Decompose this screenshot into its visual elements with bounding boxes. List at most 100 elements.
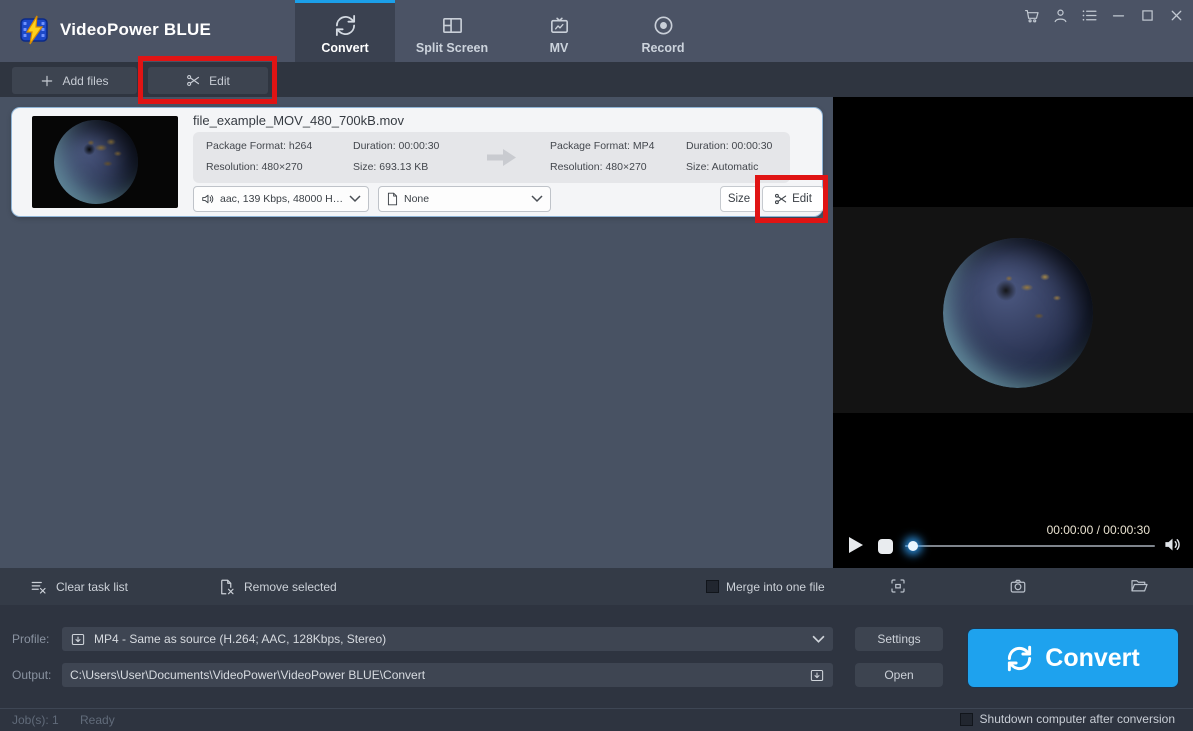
format-info-panel: Package Format: h264 Resolution: 480×270… (193, 132, 790, 183)
maximize-icon (1141, 9, 1153, 21)
titlebar: VideoPower BLUE Convert Split Screen MV … (0, 0, 1193, 62)
preview-panel: 00:00:00 / 00:00:30 (833, 97, 1193, 568)
file-name: file_example_MOV_480_700kB.mov (193, 113, 405, 128)
maximize-button[interactable] (1138, 6, 1156, 24)
subtitle-value: None (404, 193, 430, 205)
audio-track-select[interactable]: aac, 139 Kbps, 48000 Hz... (193, 186, 369, 212)
action-bar: Clear task list Remove selected Merge in… (0, 568, 1193, 605)
player-controls (833, 534, 1193, 560)
tab-label: MV (549, 41, 569, 55)
convert-label: Convert (1045, 643, 1140, 672)
target-duration: Duration: 00:00:30 (686, 140, 773, 152)
target-format: Package Format: MP4 (550, 140, 655, 152)
fullscreen-icon (891, 579, 905, 593)
stop-button[interactable] (878, 539, 893, 554)
tab-record[interactable]: Record (613, 0, 713, 62)
earth-thumbnail-image (54, 120, 138, 204)
tab-label: Record (641, 41, 685, 55)
settings-button[interactable]: Settings (855, 627, 943, 651)
tv-icon (548, 14, 571, 37)
scissors-icon (775, 193, 787, 205)
card-edit-label: Edit (792, 193, 812, 205)
tab-label: Split Screen (415, 41, 489, 55)
chevron-down-icon (812, 635, 825, 643)
status-text: Ready (80, 713, 115, 727)
convert-button[interactable]: Convert (968, 629, 1178, 687)
output-label: Output: (12, 668, 52, 682)
card-edit-button[interactable]: Edit (762, 186, 824, 212)
play-icon (849, 537, 863, 553)
toolbar: Add files Edit (0, 62, 1193, 97)
chevron-down-icon (349, 195, 361, 203)
snapshot-button[interactable] (1009, 577, 1027, 595)
shutdown-checkbox-row[interactable]: Shutdown computer after conversion (959, 712, 1175, 726)
tab-mv[interactable]: MV (509, 0, 609, 62)
size-button[interactable]: Size (720, 186, 758, 212)
tab-label: Convert (321, 41, 369, 55)
source-resolution: Resolution: 480×270 (206, 161, 303, 173)
tab-split-screen[interactable]: Split Screen (399, 0, 505, 62)
clear-task-list-button[interactable]: Clear task list (30, 568, 128, 605)
play-button[interactable] (848, 536, 864, 554)
tab-convert[interactable]: Convert (295, 0, 395, 62)
shutdown-checkbox[interactable] (959, 712, 973, 726)
refresh-icon (334, 14, 357, 37)
open-folder-button[interactable] (1130, 577, 1149, 595)
open-button[interactable]: Open (855, 663, 943, 687)
speaker-icon (202, 194, 214, 204)
source-format: Package Format: h264 (206, 140, 313, 152)
minimize-icon (1112, 14, 1124, 16)
earth-video-still (943, 238, 1093, 388)
camera-icon (1010, 579, 1026, 593)
cart-icon (1024, 9, 1039, 22)
merge-label: Merge into one file (726, 579, 825, 594)
fullscreen-button[interactable] (889, 577, 907, 595)
output-path-field[interactable]: C:\Users\User\Documents\VideoPower\Video… (62, 663, 833, 687)
document-icon (387, 192, 398, 206)
toolbar-edit-button[interactable]: Edit (148, 67, 268, 94)
target-size: Size: Automatic (686, 161, 759, 173)
plus-icon (42, 75, 53, 86)
app-title: VideoPower BLUE (60, 20, 211, 39)
close-button[interactable] (1167, 6, 1185, 24)
profile-select[interactable]: MP4 - Same as source (H.264; AAC, 128Kbp… (62, 627, 833, 651)
app-brand: VideoPower BLUE (18, 14, 211, 46)
folder-open-icon (1131, 580, 1148, 592)
subtitle-select[interactable]: None (378, 186, 551, 212)
task-card[interactable]: file_example_MOV_480_700kB.mov Package F… (12, 108, 824, 216)
output-path-value: C:\Users\User\Documents\VideoPower\Video… (70, 668, 426, 682)
seek-handle[interactable] (908, 541, 918, 551)
menu-button[interactable] (1080, 6, 1098, 24)
remove-selected-button[interactable]: Remove selected (218, 568, 337, 605)
status-bar: Job(s): 1 Ready Shutdown computer after … (0, 708, 1193, 731)
jobs-count: Job(s): 1 (12, 713, 59, 727)
profile-value: MP4 - Same as source (H.264; AAC, 128Kbp… (94, 632, 387, 646)
preset-box-icon (71, 633, 85, 645)
window-controls (1022, 6, 1185, 24)
profile-label: Profile: (12, 632, 50, 646)
seek-slider[interactable] (905, 538, 1155, 554)
add-files-button[interactable]: Add files (12, 67, 137, 94)
merge-checkbox-row[interactable]: Merge into one file (706, 568, 825, 605)
volume-button[interactable] (1163, 535, 1182, 554)
save-folder-icon (810, 669, 824, 681)
remove-file-icon (221, 579, 234, 594)
source-duration: Duration: 00:00:30 (353, 140, 440, 152)
source-size: Size: 693.13 KB (353, 161, 429, 173)
record-icon (652, 14, 675, 37)
merge-checkbox[interactable] (706, 580, 719, 593)
remove-selected-label: Remove selected (244, 579, 337, 594)
output-panel: Profile: MP4 - Same as source (H.264; AA… (0, 605, 1193, 708)
clear-list-icon (31, 581, 46, 594)
scissors-icon (187, 74, 200, 87)
audio-track-value: aac, 139 Kbps, 48000 Hz... (220, 193, 344, 205)
minimize-button[interactable] (1109, 6, 1127, 24)
app-logo-icon (18, 14, 50, 46)
target-resolution: Resolution: 480×270 (550, 161, 647, 173)
split-screen-icon (441, 14, 464, 37)
user-button[interactable] (1051, 6, 1069, 24)
user-icon (1054, 9, 1066, 22)
video-frame (833, 207, 1193, 413)
cart-button[interactable] (1022, 6, 1040, 24)
close-icon (1171, 10, 1181, 20)
